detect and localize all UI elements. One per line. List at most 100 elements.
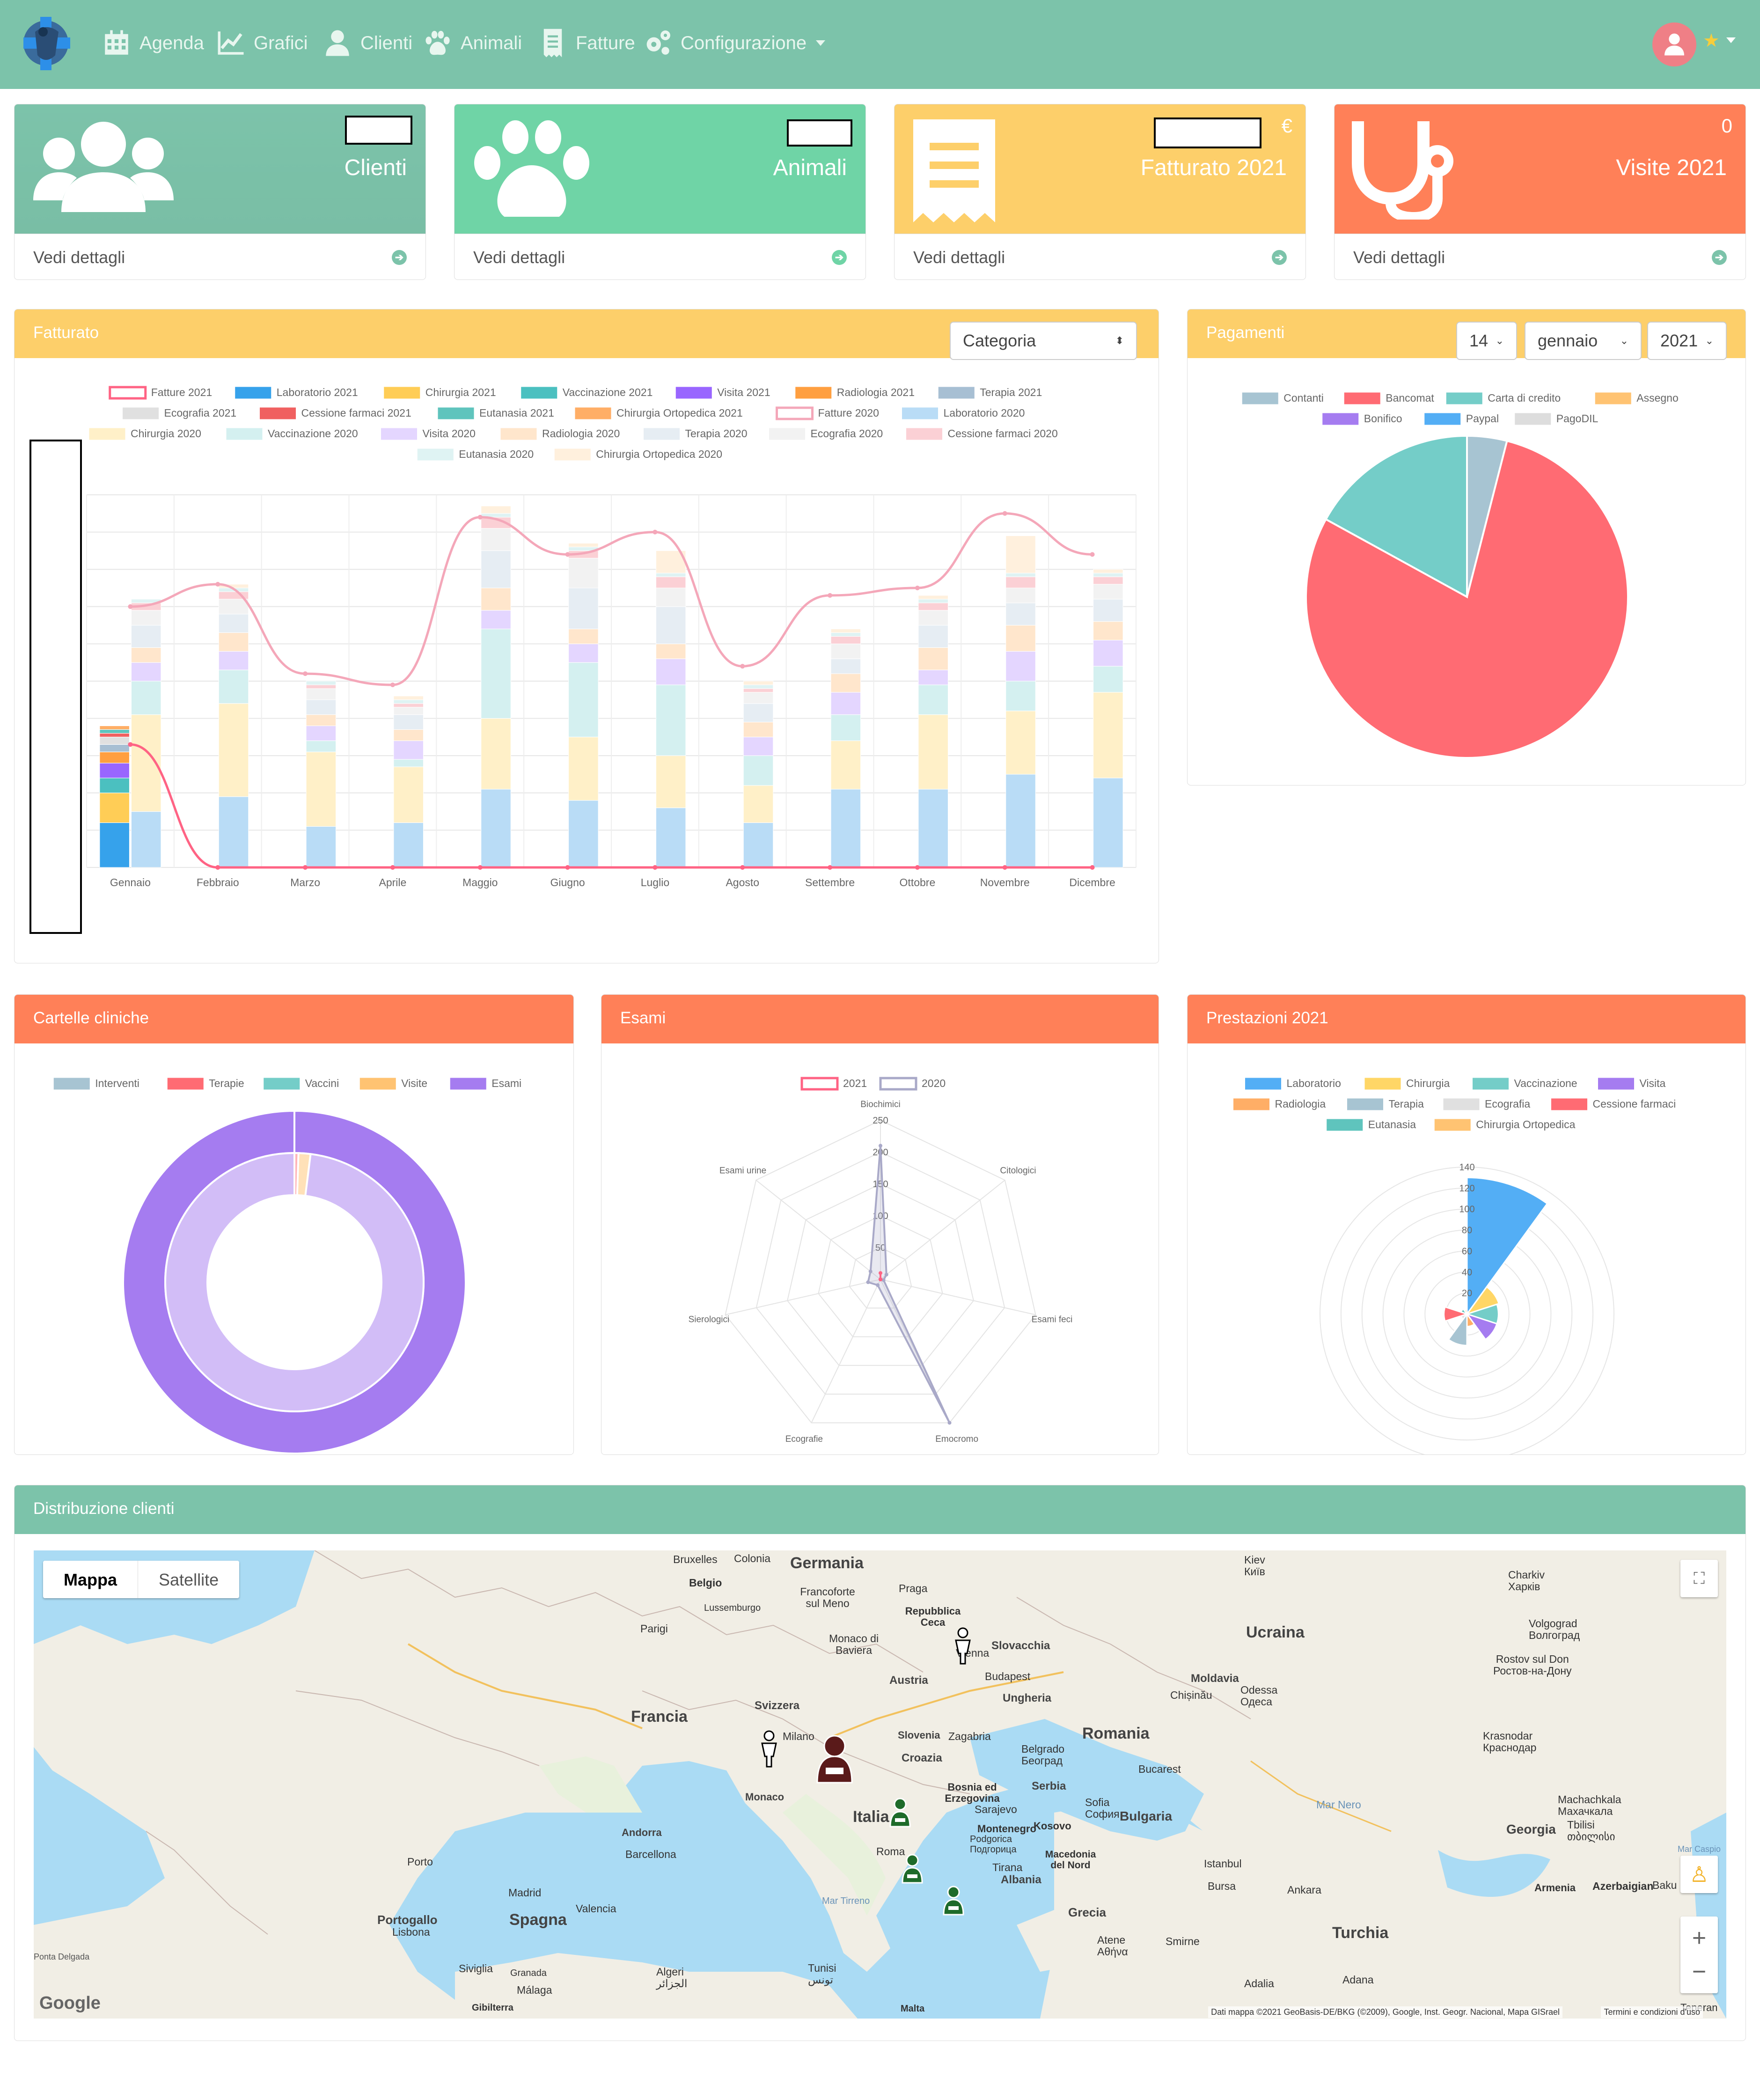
point-fatture-2020	[215, 582, 220, 587]
arrow-circle-right-icon: ➔	[1712, 250, 1727, 265]
bar-laboratorio-2020	[131, 811, 161, 868]
calendar-icon	[105, 30, 128, 55]
legend-label-chirurgia-2021: Chirurgia 2021	[425, 386, 496, 398]
card-animali: Animali Vedi dettagli ➔	[454, 104, 866, 280]
esami-chart: 2021 2020 Biochimici Citologici Esami feci Em…	[689, 1077, 1072, 1444]
bar-eutanasia-2020	[1093, 573, 1123, 577]
radar-point-2020	[947, 1421, 952, 1425]
legend-label-contanti: Contanti	[1283, 392, 1324, 404]
bar-laboratorio-2020	[1005, 774, 1036, 868]
bar-vaccinazione-2020	[218, 669, 249, 704]
city-bruxelles: Bruxelles	[673, 1553, 718, 1565]
country-monaco: Monaco	[745, 1791, 785, 1803]
x-tick-label: Marzo	[290, 876, 320, 888]
bar-eutanasia-2020	[393, 699, 424, 704]
x-tick-label: Giugno	[550, 876, 585, 888]
cartelle-title: Cartelle cliniche	[33, 1009, 149, 1027]
pagamenti-chart: Contanti Bancomat Carta di credito Assegno B…	[1242, 392, 1679, 759]
legend-swatch-2021	[800, 1077, 839, 1091]
bar-radiologia-2020	[830, 673, 861, 693]
marker-client-green-2[interactable]	[901, 1854, 924, 1884]
radar-spoke	[725, 1279, 881, 1315]
legend-swatch-contanti	[1242, 392, 1278, 404]
city-milano: Milano	[783, 1730, 814, 1742]
street-view-button[interactable]: ♙	[1680, 1856, 1718, 1893]
bar-vaccinazione-2020	[393, 759, 424, 767]
polar-tick: 40	[1462, 1267, 1472, 1278]
nav-fatture[interactable]: Fatture	[537, 24, 635, 62]
zoom-control[interactable]: + −	[1680, 1916, 1718, 1993]
marker-person-milano[interactable]	[757, 1730, 781, 1768]
legend-label-chirurgia-ortopedica: Chirurgia Ortopedica	[1476, 1118, 1575, 1131]
country-austria: Austria	[889, 1674, 928, 1687]
esami-title: Esami	[620, 1009, 666, 1027]
x-tick-label: Agosto	[726, 876, 759, 888]
legend-label-carta-di-credito: Carta di credito	[1488, 392, 1561, 404]
bar-laboratorio-2020	[1093, 778, 1123, 868]
city-ponta-delgada: Ponta Delgada	[34, 1952, 90, 1961]
nav-configurazione[interactable]: Configurazione	[642, 24, 826, 62]
legend-swatch-cessione-farmaci-2020	[906, 428, 942, 440]
map-type-satellite[interactable]: Satellite	[138, 1561, 239, 1598]
legend-swatch-chirurgia-ortopedica-2021	[575, 407, 611, 419]
zoom-out-button[interactable]: −	[1692, 1960, 1706, 1984]
users-icon	[33, 122, 174, 212]
map-type-mappa[interactable]: Mappa	[43, 1561, 138, 1598]
point-fatture-2021	[653, 865, 658, 870]
marker-client-green-1[interactable]	[888, 1798, 912, 1828]
nav-clienti[interactable]: Clienti	[322, 24, 412, 62]
marker-client-large[interactable]	[814, 1734, 856, 1785]
legend-swatch-eutanasia	[1327, 1119, 1363, 1131]
legend-swatch-visita	[1598, 1078, 1634, 1090]
bar-ecografia-2020	[306, 688, 337, 700]
user-avatar[interactable]	[1652, 22, 1696, 66]
sea-mar-caspio: Mar Caspio	[1678, 1844, 1721, 1854]
point-fatture-2020	[390, 682, 395, 687]
city-odessa-native: Одеса	[1240, 1696, 1272, 1708]
marker-client-green-3[interactable]	[942, 1886, 965, 1916]
city-malaga: Málaga	[517, 1984, 552, 1996]
fatturato-title: Fatturato	[33, 323, 99, 342]
bar-cessione-farmaci-2020	[918, 602, 948, 611]
nav-animali[interactable]: Animali	[422, 24, 522, 62]
country-andorra: Andorra	[622, 1827, 662, 1838]
legend-label-chirurgia-ortopedica-2021: Chirurgia Ortopedica 2021	[616, 407, 743, 419]
city-algeri-native: الجزائر	[656, 1977, 688, 1990]
card-visite-details[interactable]: Vedi dettagli ➔	[1335, 234, 1745, 279]
nav-configurazione-label: Configurazione	[681, 32, 807, 53]
card-fatturato-details[interactable]: Vedi dettagli ➔	[895, 234, 1305, 279]
city-chisinau: Chișinău	[1170, 1689, 1212, 1701]
x-tick-label: Aprile	[379, 876, 407, 888]
card-clienti-details[interactable]: Vedi dettagli ➔	[15, 234, 425, 279]
user-menu-caret-icon[interactable]	[1726, 37, 1736, 43]
category-select[interactable]: Categoria ⬍	[950, 322, 1137, 360]
fatturato-header: Fatturato Categoria ⬍	[15, 309, 1159, 360]
day-select[interactable]: 14 ⌄	[1456, 322, 1517, 360]
clients-map[interactable]: Mappa Satellite ⛶ ♙ + − Germania Francia…	[34, 1550, 1726, 2019]
polar-tick: 60	[1462, 1246, 1472, 1256]
card-animali-details[interactable]: Vedi dettagli ➔	[455, 234, 865, 279]
bar-cessione-farmaci-2020	[1093, 576, 1123, 585]
nav-grafici[interactable]: Grafici	[215, 24, 308, 62]
card-visite-footer: Vedi dettagli	[1353, 247, 1445, 267]
marker-person-vienna[interactable]	[951, 1627, 975, 1665]
month-select[interactable]: gennaio ⌄	[1525, 322, 1642, 360]
city-valencia: Valencia	[576, 1902, 616, 1915]
nav-agenda[interactable]: Agenda	[101, 24, 204, 62]
fullscreen-icon: ⛶	[1694, 1569, 1705, 1587]
city-lisbona: Lisbona	[392, 1926, 430, 1938]
legend-label-esami: Esami	[491, 1077, 521, 1089]
city-tbilisi-native: თბილისი	[1567, 1830, 1615, 1843]
fullscreen-button[interactable]: ⛶	[1680, 1560, 1718, 1597]
logo-icon[interactable]	[14, 13, 80, 74]
year-select[interactable]: 2021 ⌄	[1647, 322, 1727, 360]
bar-chirurgia-ortopedica-2020	[1093, 569, 1123, 573]
city-lussemburgo: Lussemburgo	[704, 1603, 761, 1613]
navbar: Agenda Grafici Clienti Animali Fatture C…	[0, 0, 1760, 89]
bar-terapia-2020	[918, 625, 948, 648]
bar-terapia-2020	[1005, 602, 1036, 626]
map-terms-link[interactable]: Termini e condizioni d'uso	[1601, 2006, 1703, 2018]
zoom-in-button[interactable]: +	[1692, 1926, 1706, 1950]
map-type-control[interactable]: Mappa Satellite	[43, 1561, 240, 1598]
user-icon	[326, 30, 349, 56]
